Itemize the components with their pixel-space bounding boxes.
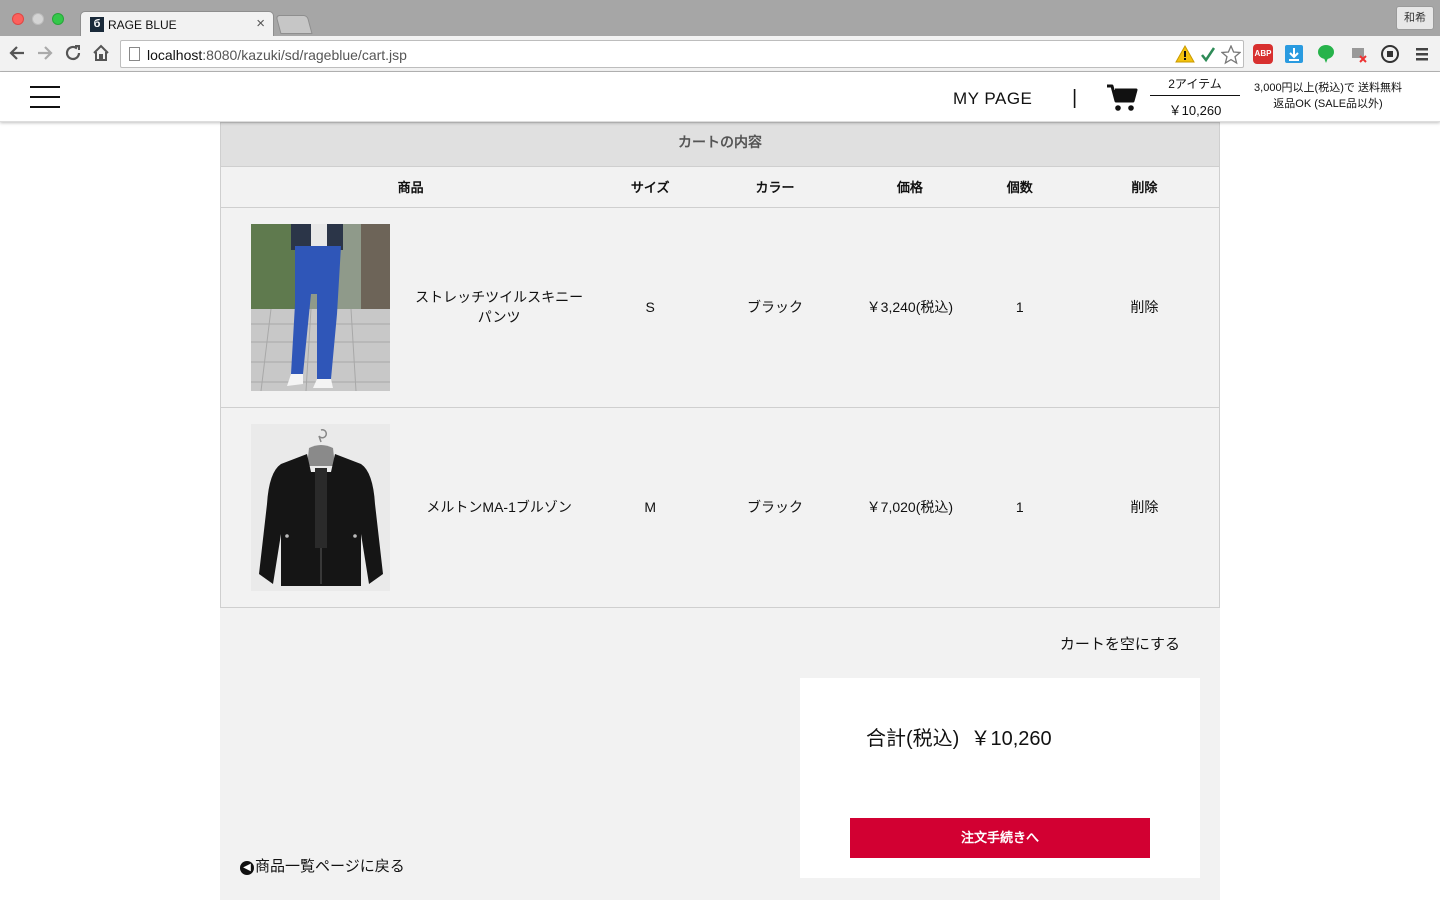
total-value: ￥10,260 xyxy=(970,728,1052,750)
shipping-notice: 3,000円以上(税込)で 送料無料 返品OK (SALE品以外) xyxy=(1248,80,1408,112)
delete-cell: 削除 xyxy=(1069,407,1220,608)
checkout-button[interactable]: 注文手続きへ xyxy=(850,818,1150,858)
product-name[interactable]: ストレッチツイルスキニーパンツ xyxy=(390,287,600,327)
record-icon[interactable] xyxy=(1380,44,1400,64)
cart-table: 商品 サイズ カラー 価格 個数 削除 ストレッチツイルスキニーパンツ S ブラ… xyxy=(220,167,1220,608)
delete-item-button[interactable]: 削除 xyxy=(1130,499,1158,515)
tab-title: RAGE BLUE xyxy=(108,18,177,32)
product-cell: ストレッチツイルスキニーパンツ xyxy=(220,207,601,408)
column-product: 商品 xyxy=(220,167,601,208)
page-icon xyxy=(129,47,140,61)
column-size: サイズ xyxy=(600,167,701,208)
favicon-icon: б xyxy=(90,17,104,32)
menu-icon[interactable] xyxy=(1412,44,1432,64)
quantity-cell: 1 xyxy=(969,207,1070,408)
cart-title: カートの内容 xyxy=(220,122,1220,167)
reload-icon[interactable] xyxy=(62,42,84,64)
product-name[interactable]: メルトンMA-1ブルゾン xyxy=(390,497,600,517)
column-price: 価格 xyxy=(849,167,970,208)
product-image-jacket[interactable] xyxy=(251,423,390,591)
delete-item-button[interactable]: 削除 xyxy=(1130,299,1158,315)
star-icon[interactable] xyxy=(1220,44,1242,71)
return-policy-text: 返品OK (SALE品以外) xyxy=(1273,98,1383,110)
size-cell: S xyxy=(600,207,701,408)
site-header: MY PAGE | 2アイテム ￥10,260 3,000円以上(税込)で 送料… xyxy=(0,72,1440,122)
forward-arrow-icon[interactable] xyxy=(34,42,56,64)
price-cell: ￥3,240(税込) xyxy=(849,207,970,408)
size-cell: M xyxy=(600,407,701,608)
cart-total-price: ￥10,260 xyxy=(1168,103,1222,118)
address-bar[interactable]: localhost:8080/kazuki/sd/rageblue/cart.j… xyxy=(120,40,1244,68)
browser-toolbar: localhost:8080/kazuki/sd/rageblue/cart.j… xyxy=(0,36,1440,72)
browser-tab-bar: б RAGE BLUE × 和希 xyxy=(0,0,1440,37)
my-page-link[interactable]: MY PAGE xyxy=(953,89,1032,109)
abp-icon[interactable]: ABP xyxy=(1253,44,1273,64)
color-cell: ブラック xyxy=(700,207,850,408)
hamburger-menu-icon[interactable] xyxy=(30,86,60,108)
back-link-label: 商品一覧ページに戻る xyxy=(255,858,405,875)
profile-button[interactable]: 和希 xyxy=(1396,6,1434,30)
cart-item-count: 2アイテム xyxy=(1150,75,1240,96)
back-arrow-icon[interactable] xyxy=(6,42,28,64)
total-label: 合計(税込) xyxy=(866,728,960,750)
order-summary-box: 合計(税込) ￥10,260 注文手続きへ xyxy=(800,678,1200,878)
home-icon[interactable] xyxy=(90,42,112,64)
warning-icon[interactable] xyxy=(1175,44,1195,69)
tab-close-icon[interactable]: × xyxy=(256,15,265,32)
back-to-list-link[interactable]: ◀ 商品一覧ページに戻る xyxy=(240,855,405,876)
download-icon[interactable] xyxy=(1284,44,1304,64)
minimize-window-button[interactable] xyxy=(32,13,44,25)
dropbox-icon[interactable] xyxy=(1348,44,1368,64)
column-color: カラー xyxy=(700,167,850,208)
column-quantity: 個数 xyxy=(969,167,1070,208)
price-cell: ￥7,020(税込) xyxy=(849,407,970,608)
close-window-button[interactable] xyxy=(12,13,24,25)
bubble-icon[interactable] xyxy=(1316,44,1336,64)
header-separator: | xyxy=(1072,87,1078,109)
shipping-free-text: 3,000円以上(税込)で 送料無料 xyxy=(1254,82,1402,94)
table-row: ストレッチツイルスキニーパンツ S ブラック ￥3,240(税込) 1 削除 xyxy=(220,207,1220,408)
cart-table-header: 商品 サイズ カラー 価格 個数 削除 xyxy=(220,167,1220,208)
quantity-cell: 1 xyxy=(969,407,1070,608)
cart-container: カートの内容 商品 サイズ カラー 価格 個数 削除 ストレッチツイルスキニーパ… xyxy=(220,122,1220,900)
color-cell: ブラック xyxy=(700,407,850,608)
check-icon[interactable] xyxy=(1199,45,1217,71)
browser-tab[interactable]: б RAGE BLUE × xyxy=(80,11,274,37)
new-tab-button[interactable] xyxy=(275,15,313,34)
product-cell: メルトンMA-1ブルゾン xyxy=(220,407,601,608)
column-delete: 削除 xyxy=(1069,167,1220,208)
url-text: localhost:8080/kazuki/sd/rageblue/cart.j… xyxy=(147,47,407,63)
cart-summary[interactable]: 2アイテム ￥10,260 xyxy=(1150,75,1240,119)
cart-icon[interactable] xyxy=(1106,84,1138,112)
order-total: 合計(税込) ￥10,260 xyxy=(866,722,1052,751)
delete-cell: 削除 xyxy=(1069,207,1220,408)
table-row: メルトンMA-1ブルゾン M ブラック ￥7,020(税込) 1 削除 xyxy=(220,407,1220,608)
empty-cart-link[interactable]: カートを空にする xyxy=(1060,633,1180,654)
arrow-left-circle-icon: ◀ xyxy=(240,861,254,875)
product-image-pants[interactable] xyxy=(251,223,390,391)
maximize-window-button[interactable] xyxy=(52,13,64,25)
